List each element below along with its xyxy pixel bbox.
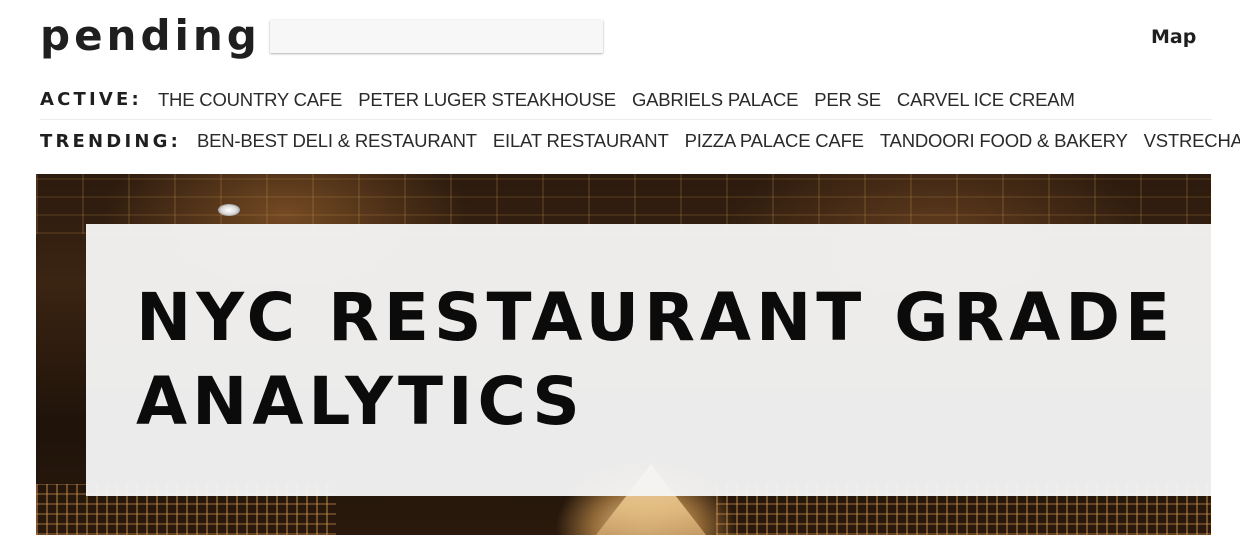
map-link[interactable]: Map <box>1151 24 1196 50</box>
trending-restaurants-row: TRENDING: BEN-BEST DELI & RESTAURANT EIL… <box>40 121 1240 161</box>
active-link[interactable]: PETER LUGER STEAKHOUSE <box>358 89 616 111</box>
trending-link[interactable]: VSTRECHA <box>1144 130 1240 152</box>
header: pending Map <box>0 0 1240 80</box>
trending-link[interactable]: PIZZA PALACE CAFE <box>685 130 864 152</box>
ceiling-light <box>218 204 240 216</box>
trending-link[interactable]: EILAT RESTAURANT <box>493 130 669 152</box>
trending-link[interactable]: TANDOORI FOOD & BAKERY <box>880 130 1128 152</box>
site-logo[interactable]: pending <box>40 10 261 62</box>
active-link[interactable]: THE COUNTRY CAFE <box>158 89 342 111</box>
active-link[interactable]: CARVEL ICE CREAM <box>897 89 1075 111</box>
hero-banner: NYC RESTAURANT GRADE ANALYTICS <box>36 174 1211 535</box>
active-link[interactable]: PER SE <box>814 89 881 111</box>
active-restaurants-row: ACTIVE: THE COUNTRY CAFE PETER LUGER STE… <box>40 80 1212 120</box>
hero-title: NYC RESTAURANT GRADE ANALYTICS <box>136 279 1176 440</box>
active-link[interactable]: GABRIELS PALACE <box>632 89 799 111</box>
trending-label: TRENDING: <box>40 130 181 152</box>
search-input[interactable] <box>270 20 603 53</box>
page: pending Map ACTIVE: THE COUNTRY CAFE PET… <box>0 0 1240 535</box>
active-label: ACTIVE: <box>40 89 142 110</box>
hero-title-panel: NYC RESTAURANT GRADE ANALYTICS <box>86 224 1211 496</box>
trending-link[interactable]: BEN-BEST DELI & RESTAURANT <box>197 130 477 152</box>
